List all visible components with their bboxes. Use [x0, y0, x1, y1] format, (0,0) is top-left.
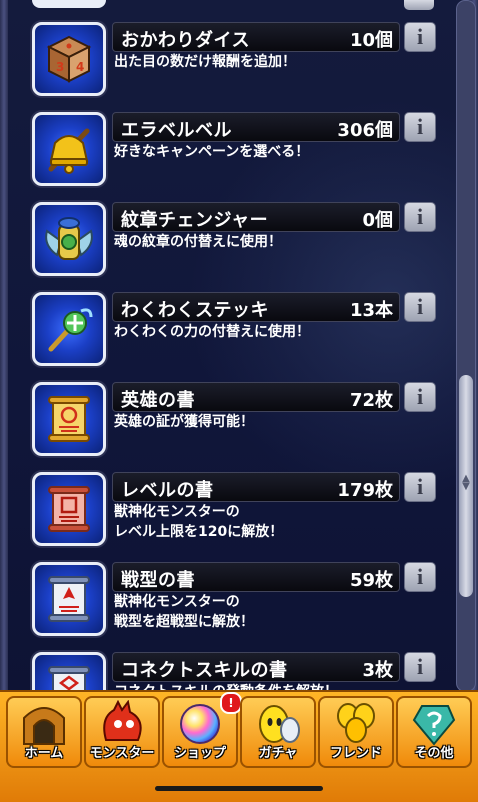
item-description: 英雄の証が獲得可能！: [114, 414, 254, 430]
nav-shop-button[interactable]: ! ショップ: [162, 692, 242, 768]
list-item: エラベルベル 306個 i 好きなキャンペーンを選べる！: [28, 112, 448, 196]
scroll-icon: [48, 576, 90, 622]
previous-item-icon-edge: [32, 0, 106, 8]
item-icon-frame: [32, 562, 106, 636]
item-description: 獣神化モンスターの レベル上限を120に解放！: [114, 504, 284, 540]
info-button[interactable]: i: [404, 22, 436, 52]
bell-icon: [48, 128, 90, 174]
item-name: 紋章チェンジャー: [121, 210, 269, 231]
item-name-bar: 紋章チェンジャー 0個: [112, 202, 400, 232]
bottom-navigation: ホーム モンスター ! ショップ ガチャ フレンド その他: [0, 690, 478, 802]
item-name: おかわりダイス: [121, 30, 250, 51]
info-icon: i: [416, 24, 424, 49]
info-button[interactable]: i: [404, 382, 436, 412]
item-name: レベルの書: [121, 480, 214, 501]
info-button[interactable]: i: [404, 652, 436, 682]
list-item: 3 4 おかわりダイス 10個 i 出た目の数だけ報酬を追加！: [28, 22, 448, 106]
item-icon-frame: [32, 292, 106, 366]
nav-friend-label: フレンド: [329, 746, 382, 761]
list-item: 英雄の書 72枚 i 英雄の証が獲得可能！: [28, 382, 448, 466]
wand-icon: [48, 308, 93, 352]
list-item: わくわくステッキ 13本 i わくわくの力の付替えに使用！: [28, 292, 448, 376]
info-icon: i: [416, 384, 424, 409]
item-name-bar: エラベルベル 306個: [112, 112, 400, 142]
info-button[interactable]: i: [404, 472, 436, 502]
item-name-bar: レベルの書 179枚: [112, 472, 400, 502]
item-name: エラベルベル: [121, 120, 232, 141]
nav-other-label: その他: [414, 746, 454, 761]
item-icon-frame: 3 4: [32, 22, 106, 96]
item-icon-frame: [32, 382, 106, 456]
info-button[interactable]: i: [404, 202, 436, 232]
monster-icon: [103, 700, 142, 741]
scrollbar[interactable]: ▲ ▼: [456, 0, 476, 692]
scroll-grip-icon: ▲ ▼: [462, 473, 470, 492]
nav-monster-label: モンスター: [89, 746, 155, 761]
item-count: 179枚: [337, 480, 393, 501]
item-count: 306個: [337, 120, 393, 141]
item-description: 獣神化モンスターの 戦型を超戦型に解放！: [114, 594, 254, 630]
info-button[interactable]: i: [404, 562, 436, 592]
item-name-bar: おかわりダイス 10個: [112, 22, 400, 52]
item-icon-frame: [32, 472, 106, 546]
balloons-icon: [337, 703, 375, 743]
item-description: 出た目の数だけ報酬を追加！: [114, 54, 296, 70]
svg-text:4: 4: [76, 60, 84, 74]
info-icon: i: [416, 294, 424, 319]
info-icon: i: [416, 114, 424, 139]
item-description: 好きなキャンペーンを選べる！: [114, 144, 310, 160]
list-item: 紋章チェンジャー 0個 i 魂の紋章の付替えに使用！: [28, 202, 448, 286]
item-name: コネクトスキルの書: [121, 660, 288, 681]
item-name-bar: コネクトスキルの書 3枚: [112, 652, 400, 682]
scroll-icon: [48, 486, 90, 532]
home-indicator: [155, 786, 323, 791]
item-count: 0個: [362, 210, 393, 231]
info-icon: i: [416, 474, 424, 499]
item-name-bar: 英雄の書 72枚: [112, 382, 400, 412]
scrollbar-thumb[interactable]: ▲ ▼: [459, 375, 473, 597]
info-icon: i: [416, 564, 424, 589]
shop-alert-badge: !: [220, 692, 242, 714]
egg-icon: [259, 705, 300, 743]
nav-gacha-label: ガチャ: [258, 746, 298, 761]
emblem-changer-icon: [45, 217, 93, 260]
rainbow-orb-icon: [180, 704, 220, 744]
item-description: 魂の紋章の付替えに使用！: [114, 234, 282, 250]
info-button[interactable]: i: [404, 292, 436, 322]
item-icon-frame: [32, 112, 106, 186]
item-name-bar: わくわくステッキ 13本: [112, 292, 400, 322]
item-name-bar: 戦型の書 59枚: [112, 562, 400, 592]
nav-monster-button[interactable]: モンスター: [84, 696, 160, 768]
item-icon-frame: [32, 202, 106, 276]
info-button[interactable]: i: [404, 112, 436, 142]
nav-home-button[interactable]: ホーム: [6, 696, 82, 768]
info-icon: i: [416, 204, 424, 229]
home-gate-icon: [23, 707, 65, 745]
left-frame: [0, 0, 8, 700]
item-name: 英雄の書: [121, 390, 195, 411]
item-name: わくわくステッキ: [121, 300, 269, 321]
scroll-icon: [48, 396, 90, 442]
item-count: 10個: [349, 30, 393, 51]
nav-home-label: ホーム: [24, 746, 64, 761]
item-description: わくわくの力の付替えに使用！: [114, 324, 310, 340]
item-count: 13本: [349, 300, 393, 321]
item-count: 3枚: [362, 660, 393, 681]
nav-other-button[interactable]: その他: [396, 696, 472, 768]
list-item: 戦型の書 59枚 i 獣神化モンスターの 戦型を超戦型に解放！: [28, 562, 448, 646]
dice-icon: 3 4: [46, 35, 92, 83]
item-count: 59枚: [349, 570, 393, 591]
tag-icon: [412, 705, 456, 746]
item-name: 戦型の書: [121, 570, 195, 591]
item-count: 72枚: [349, 390, 393, 411]
nav-gacha-button[interactable]: ガチャ: [240, 696, 316, 768]
list-item: レベルの書 179枚 i 獣神化モンスターの レベル上限を120に解放！: [28, 472, 448, 556]
svg-text:3: 3: [56, 60, 64, 74]
previous-item-info-edge[interactable]: [404, 0, 434, 10]
nav-shop-label: ショップ: [173, 746, 226, 761]
info-icon: i: [416, 654, 424, 679]
nav-friend-button[interactable]: フレンド: [318, 696, 394, 768]
